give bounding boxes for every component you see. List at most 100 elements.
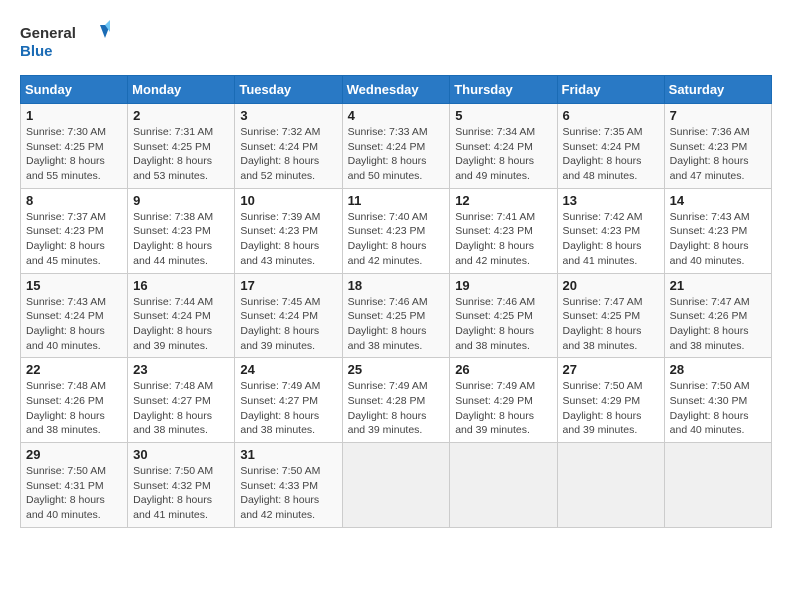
day-number: 13 [563, 193, 659, 208]
day-number: 30 [133, 447, 229, 462]
header-day-wednesday: Wednesday [342, 76, 450, 104]
day-number: 10 [240, 193, 336, 208]
calendar-cell [557, 443, 664, 528]
day-number: 4 [348, 108, 445, 123]
day-info: Sunrise: 7:50 AMSunset: 4:29 PMDaylight:… [563, 379, 659, 438]
day-info: Sunrise: 7:36 AMSunset: 4:23 PMDaylight:… [670, 125, 766, 184]
header-row: SundayMondayTuesdayWednesdayThursdayFrid… [21, 76, 772, 104]
day-info: Sunrise: 7:50 AMSunset: 4:33 PMDaylight:… [240, 464, 336, 523]
day-info: Sunrise: 7:46 AMSunset: 4:25 PMDaylight:… [455, 295, 551, 354]
calendar-cell: 17 Sunrise: 7:45 AMSunset: 4:24 PMDayligh… [235, 273, 342, 358]
day-number: 2 [133, 108, 229, 123]
day-number: 17 [240, 278, 336, 293]
calendar-cell: 6Sunrise: 7:35 AMSunset: 4:24 PMDaylight… [557, 104, 664, 189]
day-info: Sunrise: 7:43 AMSunset: 4:23 PMDaylight:… [670, 210, 766, 269]
calendar-cell: 19 Sunrise: 7:46 AMSunset: 4:25 PMDayligh… [450, 273, 557, 358]
calendar-cell: 31 Sunrise: 7:50 AMSunset: 4:33 PMDayligh… [235, 443, 342, 528]
day-number: 11 [348, 193, 445, 208]
day-number: 9 [133, 193, 229, 208]
day-number: 5 [455, 108, 551, 123]
calendar-cell: 29Sunrise: 7:50 AMSunset: 4:31 PMDayligh… [21, 443, 128, 528]
day-info: Sunrise: 7:48 AMSunset: 4:26 PMDaylight:… [26, 379, 122, 438]
calendar-cell: 25Sunrise: 7:49 AMSunset: 4:28 PMDayligh… [342, 358, 450, 443]
day-info: Sunrise: 7:45 AMSunset: 4:24 PMDaylight:… [240, 295, 336, 354]
calendar-week-2: 8 Sunrise: 7:37 AMSunset: 4:23 PMDaylight… [21, 188, 772, 273]
day-number: 29 [26, 447, 122, 462]
day-number: 23 [133, 362, 229, 377]
calendar-cell: 11Sunrise: 7:40 AMSunset: 4:23 PMDayligh… [342, 188, 450, 273]
calendar-week-5: 29Sunrise: 7:50 AMSunset: 4:31 PMDayligh… [21, 443, 772, 528]
calendar-cell [450, 443, 557, 528]
day-number: 14 [670, 193, 766, 208]
calendar-cell: 4 Sunrise: 7:33 AMSunset: 4:24 PMDaylight… [342, 104, 450, 189]
calendar-cell: 30 Sunrise: 7:50 AMSunset: 4:32 PMDayligh… [128, 443, 235, 528]
day-number: 15 [26, 278, 122, 293]
calendar-cell: 10Sunrise: 7:39 AMSunset: 4:23 PMDayligh… [235, 188, 342, 273]
calendar-cell: 13 Sunrise: 7:42 AMSunset: 4:23 PMDayligh… [557, 188, 664, 273]
day-number: 20 [563, 278, 659, 293]
day-info: Sunrise: 7:37 AMSunset: 4:23 PMDaylight:… [26, 210, 122, 269]
day-info: Sunrise: 7:49 AMSunset: 4:29 PMDaylight:… [455, 379, 551, 438]
calendar-cell [664, 443, 771, 528]
day-number: 3 [240, 108, 336, 123]
calendar-cell: 3 Sunrise: 7:32 AMSunset: 4:24 PMDaylight… [235, 104, 342, 189]
day-info: Sunrise: 7:49 AMSunset: 4:28 PMDaylight:… [348, 379, 445, 438]
day-info: Sunrise: 7:47 AMSunset: 4:25 PMDaylight:… [563, 295, 659, 354]
calendar-cell: 14 Sunrise: 7:43 AMSunset: 4:23 PMDayligh… [664, 188, 771, 273]
day-number: 6 [563, 108, 659, 123]
calendar-cell: 24 Sunrise: 7:49 AMSunset: 4:27 PMDayligh… [235, 358, 342, 443]
calendar-cell: 20 Sunrise: 7:47 AMSunset: 4:25 PMDayligh… [557, 273, 664, 358]
svg-text:General: General [20, 25, 76, 42]
day-info: Sunrise: 7:50 AMSunset: 4:32 PMDaylight:… [133, 464, 229, 523]
day-info: Sunrise: 7:49 AMSunset: 4:27 PMDaylight:… [240, 379, 336, 438]
day-number: 12 [455, 193, 551, 208]
day-number: 27 [563, 362, 659, 377]
day-info: Sunrise: 7:33 AMSunset: 4:24 PMDaylight:… [348, 125, 445, 184]
day-info: Sunrise: 7:41 AMSunset: 4:23 PMDaylight:… [455, 210, 551, 269]
header-day-monday: Monday [128, 76, 235, 104]
calendar-cell: 26 Sunrise: 7:49 AMSunset: 4:29 PMDayligh… [450, 358, 557, 443]
calendar-week-3: 15 Sunrise: 7:43 AMSunset: 4:24 PMDayligh… [21, 273, 772, 358]
calendar-cell: 27 Sunrise: 7:50 AMSunset: 4:29 PMDayligh… [557, 358, 664, 443]
day-number: 21 [670, 278, 766, 293]
day-info: Sunrise: 7:43 AMSunset: 4:24 PMDaylight:… [26, 295, 122, 354]
day-number: 19 [455, 278, 551, 293]
header-day-tuesday: Tuesday [235, 76, 342, 104]
day-info: Sunrise: 7:31 AMSunset: 4:25 PMDaylight:… [133, 125, 229, 184]
calendar-cell [342, 443, 450, 528]
day-number: 8 [26, 193, 122, 208]
calendar-cell: 15 Sunrise: 7:43 AMSunset: 4:24 PMDayligh… [21, 273, 128, 358]
calendar-body: 1Sunrise: 7:30 AMSunset: 4:25 PMDaylight… [21, 104, 772, 528]
calendar-header: SundayMondayTuesdayWednesdayThursdayFrid… [21, 76, 772, 104]
calendar-cell: 2 Sunrise: 7:31 AMSunset: 4:25 PMDaylight… [128, 104, 235, 189]
day-info: Sunrise: 7:32 AMSunset: 4:24 PMDaylight:… [240, 125, 336, 184]
day-info: Sunrise: 7:30 AMSunset: 4:25 PMDaylight:… [26, 125, 122, 184]
header-day-sunday: Sunday [21, 76, 128, 104]
calendar-cell: 5 Sunrise: 7:34 AMSunset: 4:24 PMDaylight… [450, 104, 557, 189]
logo-svg: General Blue [20, 20, 110, 65]
header-day-thursday: Thursday [450, 76, 557, 104]
logo: General Blue [20, 20, 110, 65]
page-header: General Blue [20, 20, 772, 65]
day-info: Sunrise: 7:34 AMSunset: 4:24 PMDaylight:… [455, 125, 551, 184]
day-number: 31 [240, 447, 336, 462]
calendar-cell: 23 Sunrise: 7:48 AMSunset: 4:27 PMDayligh… [128, 358, 235, 443]
calendar-cell: 22Sunrise: 7:48 AMSunset: 4:26 PMDayligh… [21, 358, 128, 443]
header-day-saturday: Saturday [664, 76, 771, 104]
day-info: Sunrise: 7:48 AMSunset: 4:27 PMDaylight:… [133, 379, 229, 438]
day-info: Sunrise: 7:46 AMSunset: 4:25 PMDaylight:… [348, 295, 445, 354]
day-info: Sunrise: 7:50 AMSunset: 4:30 PMDaylight:… [670, 379, 766, 438]
calendar-week-4: 22Sunrise: 7:48 AMSunset: 4:26 PMDayligh… [21, 358, 772, 443]
calendar-cell: 9Sunrise: 7:38 AMSunset: 4:23 PMDaylight… [128, 188, 235, 273]
calendar-table: SundayMondayTuesdayWednesdayThursdayFrid… [20, 75, 772, 528]
svg-text:Blue: Blue [20, 43, 53, 60]
day-number: 18 [348, 278, 445, 293]
day-number: 7 [670, 108, 766, 123]
calendar-cell: 12 Sunrise: 7:41 AMSunset: 4:23 PMDayligh… [450, 188, 557, 273]
calendar-cell: 28Sunrise: 7:50 AMSunset: 4:30 PMDayligh… [664, 358, 771, 443]
day-info: Sunrise: 7:47 AMSunset: 4:26 PMDaylight:… [670, 295, 766, 354]
day-info: Sunrise: 7:44 AMSunset: 4:24 PMDaylight:… [133, 295, 229, 354]
day-number: 24 [240, 362, 336, 377]
day-info: Sunrise: 7:42 AMSunset: 4:23 PMDaylight:… [563, 210, 659, 269]
day-number: 26 [455, 362, 551, 377]
